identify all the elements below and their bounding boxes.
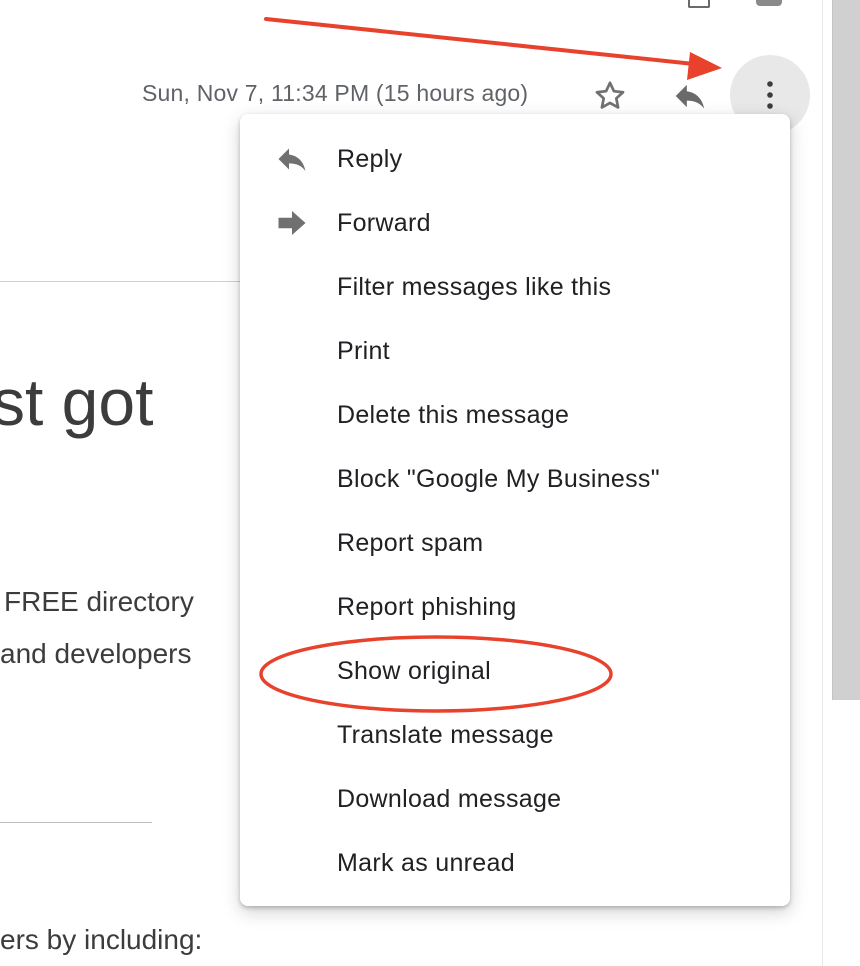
- menu-item-block-sender[interactable]: Block "Google My Business": [240, 447, 790, 511]
- menu-item-forward[interactable]: Forward: [240, 191, 790, 255]
- menu-item-label: Reply: [337, 144, 403, 173]
- menu-item-label: Mark as unread: [337, 848, 515, 877]
- menu-item-label: Print: [337, 336, 390, 365]
- menu-item-label: Delete this message: [337, 400, 570, 429]
- menu-item-filter-messages[interactable]: Filter messages like this: [240, 255, 790, 319]
- email-body-line: FREE directory: [4, 586, 194, 617]
- menu-item-label: Report phishing: [337, 592, 517, 621]
- message-timestamp: Sun, Nov 7, 11:34 PM (15 hours ago): [142, 80, 529, 106]
- reply-icon: [675, 84, 705, 109]
- menu-item-label: Translate message: [337, 720, 554, 749]
- menu-item-label: Filter messages like this: [337, 272, 612, 301]
- scrollbar-thumb[interactable]: [832, 0, 860, 700]
- forward-icon: [274, 205, 310, 241]
- more-vertical-icon: [767, 81, 773, 109]
- menu-item-label: Report spam: [337, 528, 484, 557]
- body-divider: [0, 822, 152, 823]
- menu-item-translate[interactable]: Translate message: [240, 703, 790, 767]
- star-button[interactable]: [588, 74, 632, 118]
- menu-item-show-original[interactable]: Show original: [240, 639, 790, 703]
- menu-item-label: Download message: [337, 784, 562, 813]
- menu-item-report-phishing[interactable]: Report phishing: [240, 575, 790, 639]
- email-view: st got FREE directory and developers ers…: [0, 0, 860, 966]
- menu-item-download[interactable]: Download message: [240, 767, 790, 831]
- menu-item-label: Block "Google My Business": [337, 464, 660, 493]
- reply-icon: [274, 141, 310, 177]
- menu-item-reply[interactable]: Reply: [240, 127, 790, 191]
- menu-item-mark-unread[interactable]: Mark as unread: [240, 831, 790, 895]
- email-headline: st got: [0, 365, 154, 439]
- print-icon[interactable]: [688, 0, 710, 8]
- reply-button[interactable]: [668, 74, 712, 118]
- header-divider: [0, 281, 245, 282]
- menu-item-delete[interactable]: Delete this message: [240, 383, 790, 447]
- annotation-arrow: [264, 17, 722, 80]
- menu-item-report-spam[interactable]: Report spam: [240, 511, 790, 575]
- email-body-line: and developers: [0, 638, 192, 669]
- email-body-line: ers by including:: [0, 924, 203, 955]
- message-options-menu: Reply Forward Filter messages like this …: [240, 114, 790, 906]
- menu-item-label: Forward: [337, 208, 431, 237]
- menu-item-label: Show original: [337, 656, 491, 685]
- star-outline-icon: [595, 81, 625, 109]
- open-new-window-icon[interactable]: [756, 0, 782, 6]
- menu-item-print[interactable]: Print: [240, 319, 790, 383]
